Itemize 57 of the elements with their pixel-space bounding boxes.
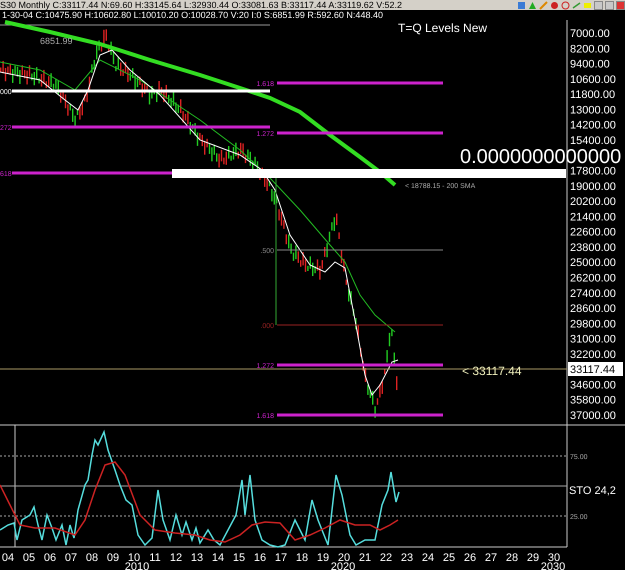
time-axis-label: 15	[232, 552, 246, 564]
price-axis-label: 20200.00	[570, 196, 616, 208]
price-axis-label: 26200.00	[570, 272, 616, 284]
price-axis-label: 19000.00	[570, 180, 616, 193]
high-label: 6851.99	[40, 36, 73, 46]
price-axis-label: 9400.00	[570, 58, 610, 71]
time-axis-label: 04	[2, 552, 14, 564]
price-axis-label: 11800.00	[570, 89, 616, 102]
info-line: 1-30-04 C:10475.90 H:10602.80 L:10010.20 O:10028.70 V:20 I:0 S:6851.99 R:592.60 N:448.40	[1, 10, 384, 20]
decade-label: 2010	[124, 561, 150, 570]
time-axis-label: 07	[64, 552, 78, 564]
price-axis-label: 15400.00	[570, 134, 616, 147]
price-axis-label: 13000.00	[570, 104, 616, 116]
time-axis-label: 21	[358, 552, 372, 564]
time-axis-label: 26	[464, 552, 476, 564]
price-axis-label: 29800.00	[570, 318, 616, 330]
time-axis-label: 27	[484, 552, 498, 564]
price-axis-label: 8200.00	[570, 43, 610, 56]
price-axis-label: 14200.00	[570, 120, 616, 132]
time-axis-label: 28	[506, 552, 518, 564]
time-axis-label: 25	[442, 552, 456, 564]
price-axis-label: 22600.00	[570, 226, 616, 239]
time-axis-label: 22	[380, 552, 392, 564]
price-axis-label: 37000.00	[570, 410, 616, 422]
time-axis-label: 11	[149, 552, 161, 564]
time-axis-label: 14	[212, 552, 224, 564]
price-axis-label: 23800.00	[570, 242, 616, 254]
price-axis-label: 21400.00	[570, 211, 616, 224]
price-axis-label: 27400.00	[570, 288, 616, 300]
price-axis-label: 35800.00	[570, 394, 616, 407]
time-axis-label: 18	[296, 552, 308, 564]
time-axis-label: 06	[44, 552, 56, 564]
window-title: S30 Monthly C:33117.44 N:69.60 H:33145.64 L:32930.44 O:33081.63 B:33117.44 A:33119.62 V:52.2	[0, 0, 402, 10]
time-axis-label: 12	[170, 552, 182, 564]
price-axis-label: 7000.00	[570, 28, 610, 40]
price-axis-label: 10600.00	[570, 74, 616, 86]
price-axis-label: 25000.00	[570, 257, 616, 270]
price-axis-label: 31000.00	[570, 334, 616, 346]
time-axis-label: 13	[190, 552, 204, 564]
price-axis-label: 34600.00	[570, 379, 616, 392]
time-axis-label: 19	[316, 552, 330, 564]
time-axis-label: 29	[526, 552, 540, 564]
time-axis-label: 24	[422, 552, 434, 564]
price-axis-label: 17800.00	[570, 166, 616, 178]
price-axis-label: 28600.00	[570, 303, 616, 316]
time-axis-label: 05	[22, 552, 36, 564]
price-axis-label: 32200.00	[570, 348, 616, 361]
decade-label: 2020	[330, 561, 356, 570]
current-price-label: 33117.44	[568, 362, 623, 376]
time-axis-label: 16	[254, 552, 266, 564]
time-axis-label: 23	[400, 552, 414, 564]
time-axis-label: 09	[106, 552, 120, 564]
time-axis-label: 08	[86, 552, 98, 564]
indicator-label: STO 24,2	[569, 485, 616, 497]
decade-label: 2030	[540, 561, 566, 570]
chart-title: T=Q Levels New	[398, 21, 488, 35]
time-axis-label: 17	[274, 552, 288, 564]
